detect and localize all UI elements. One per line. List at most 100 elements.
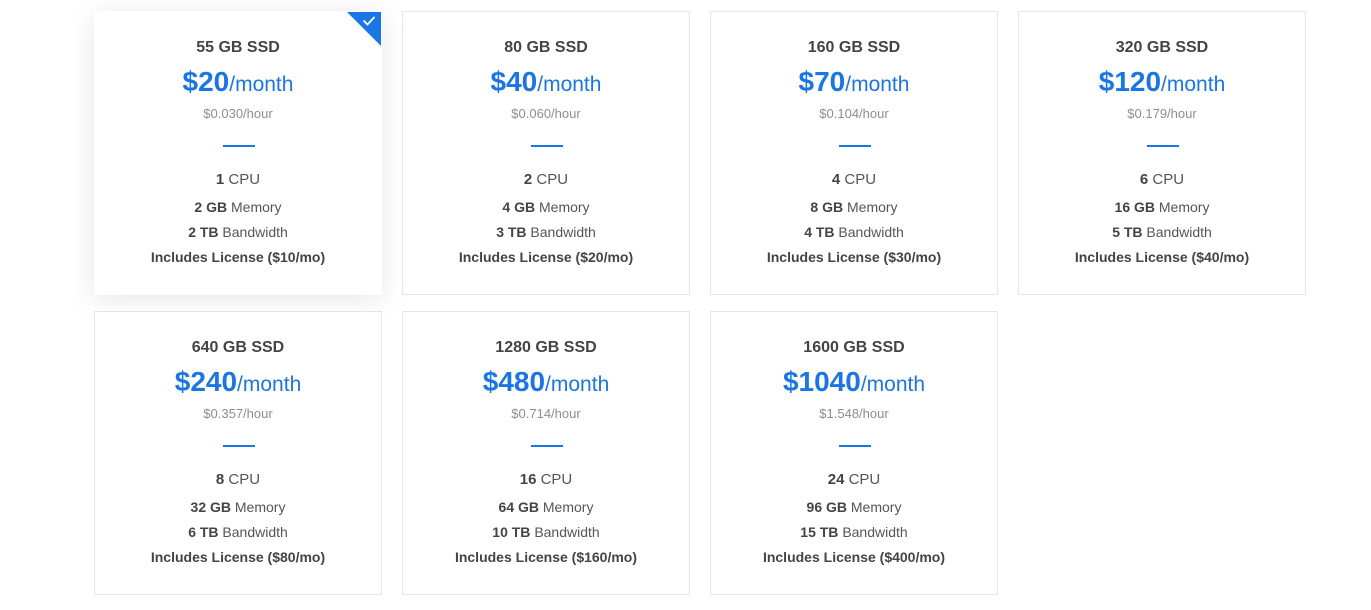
- plan-bandwidth: 10 TB Bandwidth: [403, 524, 689, 540]
- price-period: /month: [237, 373, 302, 396]
- price-period: /month: [1161, 73, 1226, 96]
- divider: [223, 145, 255, 147]
- memory-size: 8 GB: [810, 199, 844, 215]
- divider: [839, 445, 871, 447]
- plan-storage: 320 GB SSD: [1115, 39, 1209, 56]
- plan-memory: 96 GB Memory: [711, 499, 997, 515]
- plan-license: Includes License ($30/mo): [766, 249, 942, 265]
- cpu-label: CPU: [1152, 171, 1185, 188]
- bandwidth-size: 10 TB: [492, 524, 531, 540]
- cpu-label: CPU: [228, 471, 261, 488]
- plan-bandwidth: 3 TB Bandwidth: [403, 224, 689, 240]
- bandwidth-label: Bandwidth: [222, 524, 288, 540]
- plan-hourly-price: $0.714/hour: [511, 406, 581, 421]
- plan-bandwidth: 4 TB Bandwidth: [711, 224, 997, 240]
- divider: [839, 145, 871, 147]
- plan-price: $480/month: [403, 365, 689, 404]
- plan-bandwidth: 6 TB Bandwidth: [95, 524, 381, 540]
- cpu-label: CPU: [844, 171, 877, 188]
- plan-memory: 32 GB Memory: [95, 499, 381, 515]
- bandwidth-label: Bandwidth: [222, 224, 288, 240]
- memory-label: Memory: [539, 199, 590, 215]
- cpu-count: 4: [831, 171, 841, 188]
- bandwidth-label: Bandwidth: [838, 224, 904, 240]
- plan-hourly-price: $0.060/hour: [511, 106, 581, 121]
- plan-price: $240/month: [95, 365, 381, 404]
- plan-card[interactable]: 320 GB SSD $120/month $0.179/hour 6 CPU …: [1018, 11, 1306, 295]
- plan-price: $40/month: [403, 65, 689, 104]
- plan-hourly-price: $1.548/hour: [819, 406, 889, 421]
- plan-bandwidth: 5 TB Bandwidth: [1019, 224, 1305, 240]
- divider: [1147, 145, 1179, 147]
- plan-price: $1040/month: [711, 365, 997, 404]
- memory-label: Memory: [850, 499, 902, 515]
- price-amount: $1040: [782, 366, 861, 397]
- plan-cpu: 2 CPU: [403, 171, 689, 188]
- cpu-label: CPU: [228, 171, 261, 188]
- plan-cpu: 8 CPU: [95, 471, 381, 488]
- memory-label: Memory: [847, 199, 898, 215]
- bandwidth-label: Bandwidth: [842, 524, 908, 540]
- plan-license: Includes License ($20/mo): [458, 249, 634, 265]
- cpu-count: 2: [523, 171, 533, 188]
- bandwidth-label: Bandwidth: [1146, 224, 1212, 240]
- plan-storage: 1280 GB SSD: [495, 339, 597, 356]
- plan-card[interactable]: 160 GB SSD $70/month $0.104/hour 4 CPU 8…: [710, 11, 998, 295]
- cpu-count: 24: [827, 471, 845, 488]
- plan-storage: 640 GB SSD: [191, 339, 285, 356]
- plan-license: Includes License ($80/mo): [150, 549, 326, 565]
- plan-cpu: 16 CPU: [403, 471, 689, 488]
- cpu-label: CPU: [536, 171, 569, 188]
- plan-license: Includes License ($40/mo): [1074, 249, 1250, 265]
- cpu-label: CPU: [848, 471, 881, 488]
- plan-card[interactable]: 640 GB SSD $240/month $0.357/hour 8 CPU …: [94, 311, 382, 595]
- cpu-count: 1: [215, 171, 225, 188]
- plan-storage: 55 GB SSD: [196, 39, 280, 56]
- plan-memory: 2 GB Memory: [95, 199, 381, 215]
- plan-card[interactable]: 55 GB SSD $20/month $0.030/hour 1 CPU 2 …: [94, 11, 382, 295]
- memory-label: Memory: [231, 199, 282, 215]
- plan-card[interactable]: 1600 GB SSD $1040/month $1.548/hour 24 C…: [710, 311, 998, 595]
- cpu-count: 8: [215, 471, 225, 488]
- memory-label: Memory: [1158, 199, 1210, 215]
- price-period: /month: [229, 73, 294, 96]
- divider: [223, 445, 255, 447]
- price-amount: $40: [490, 66, 538, 97]
- bandwidth-label: Bandwidth: [530, 224, 596, 240]
- plan-grid: 55 GB SSD $20/month $0.030/hour 1 CPU 2 …: [94, 11, 1306, 595]
- plan-cpu: 24 CPU: [711, 471, 997, 488]
- price-amount: $240: [174, 366, 238, 397]
- memory-label: Memory: [234, 499, 286, 515]
- memory-size: 16 GB: [1114, 199, 1155, 215]
- price-period: /month: [860, 373, 926, 396]
- plan-bandwidth: 2 TB Bandwidth: [95, 224, 381, 240]
- price-period: /month: [845, 73, 910, 96]
- plan-memory: 64 GB Memory: [403, 499, 689, 515]
- bandwidth-size: 5 TB: [1112, 224, 1143, 240]
- price-period: /month: [537, 73, 602, 96]
- plan-price: $20/month: [95, 65, 381, 104]
- plan-card[interactable]: 1280 GB SSD $480/month $0.714/hour 16 CP…: [402, 311, 690, 595]
- bandwidth-size: 15 TB: [800, 524, 839, 540]
- memory-size: 96 GB: [806, 499, 847, 515]
- bandwidth-label: Bandwidth: [534, 524, 600, 540]
- divider: [531, 445, 563, 447]
- plan-storage: 1600 GB SSD: [803, 339, 905, 356]
- memory-size: 32 GB: [190, 499, 231, 515]
- plan-memory: 8 GB Memory: [711, 199, 997, 215]
- cpu-count: 6: [1139, 171, 1149, 188]
- plan-license: Includes License ($160/mo): [454, 549, 638, 565]
- memory-size: 4 GB: [502, 199, 536, 215]
- plan-hourly-price: $0.030/hour: [203, 106, 273, 121]
- divider: [531, 145, 563, 147]
- plan-card[interactable]: 80 GB SSD $40/month $0.060/hour 2 CPU 4 …: [402, 11, 690, 295]
- bandwidth-size: 3 TB: [496, 224, 527, 240]
- price-amount: $20: [182, 66, 230, 97]
- plan-bandwidth: 15 TB Bandwidth: [711, 524, 997, 540]
- plan-hourly-price: $0.179/hour: [1127, 106, 1197, 121]
- plan-price: $70/month: [711, 65, 997, 104]
- cpu-count: 16: [519, 471, 537, 488]
- memory-size: 2 GB: [194, 199, 228, 215]
- memory-label: Memory: [542, 499, 594, 515]
- price-amount: $480: [482, 366, 546, 397]
